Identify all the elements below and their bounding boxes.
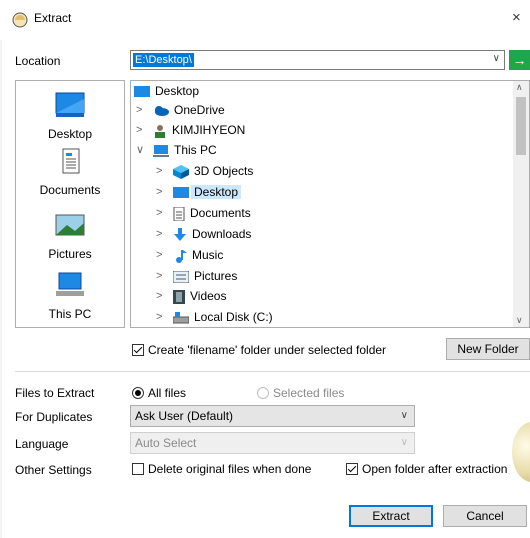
expand-arrow-icon[interactable]: >	[156, 182, 162, 202]
tree-item-pictures[interactable]: > Pictures	[156, 266, 237, 286]
expand-arrow-icon[interactable]: >	[156, 161, 162, 181]
3d-objects-icon	[173, 164, 189, 179]
language-value: Auto Select	[135, 436, 197, 450]
location-label: Location	[15, 54, 61, 68]
go-arrow-button[interactable]: →	[509, 50, 530, 70]
place-label: This PC	[48, 307, 92, 321]
delete-original-label: Delete original files when done	[148, 462, 312, 476]
scroll-up-icon[interactable]: ∧	[516, 82, 523, 93]
other-settings-label: Other Settings	[15, 463, 92, 477]
cancel-button[interactable]: Cancel	[443, 505, 527, 527]
tree-item-desktop[interactable]: > Desktop	[156, 182, 242, 202]
music-icon	[176, 249, 187, 263]
place-label: Documents	[39, 183, 101, 197]
duplicates-value: Ask User (Default)	[135, 409, 234, 423]
scrollbar-thumb[interactable]	[516, 97, 526, 155]
documents-icon	[173, 206, 185, 221]
place-label: Desktop	[47, 127, 93, 141]
tree-item-user[interactable]: > KIMJIHYEON	[136, 120, 245, 140]
decorative-logo	[512, 422, 530, 482]
expand-arrow-icon[interactable]: >	[136, 120, 142, 140]
open-folder-option[interactable]: Open folder after extraction	[346, 462, 507, 476]
location-value[interactable]: E:\Desktop\	[133, 53, 194, 67]
delete-original-checkbox[interactable]	[132, 463, 144, 475]
files-to-extract-label: Files to Extract	[15, 386, 95, 400]
tree-item-3d-objects[interactable]: > 3D Objects	[156, 161, 253, 181]
open-folder-checkbox[interactable]	[346, 463, 358, 475]
chevron-down-icon: ∨	[400, 410, 408, 421]
app-icon	[12, 12, 28, 28]
place-this-pc[interactable]: This PC	[16, 271, 124, 321]
selected-files-label: Selected files	[273, 386, 345, 400]
create-folder-checkbox[interactable]	[132, 344, 144, 356]
tree-item-documents[interactable]: > Documents	[156, 203, 251, 223]
for-duplicates-label: For Duplicates	[15, 410, 93, 424]
chevron-down-icon[interactable]: ∨	[493, 53, 500, 64]
selected-files-option: Selected files	[257, 386, 344, 400]
tree-item-downloads[interactable]: > Downloads	[156, 224, 251, 244]
extract-button[interactable]: Extract	[349, 505, 433, 527]
language-label: Language	[15, 437, 69, 451]
places-panel: Desktop Documents Pictures This PC	[15, 80, 125, 328]
selected-files-radio	[257, 387, 269, 399]
pictures-icon	[55, 214, 85, 236]
divider	[15, 371, 530, 372]
green-arrow-icon: →	[512, 52, 527, 68]
tree-item-videos[interactable]: > Videos	[156, 286, 226, 306]
expand-arrow-icon[interactable]: >	[156, 245, 162, 265]
language-select: Auto Select ∨	[130, 432, 415, 454]
tree-item-local-disk[interactable]: > Local Disk (C:)	[156, 307, 273, 327]
user-icon	[155, 124, 165, 138]
tree-item-desktop-root[interactable]: Desktop	[134, 81, 199, 101]
title-bar[interactable]: Extract ×	[0, 0, 530, 40]
duplicates-select[interactable]: Ask User (Default) ∨	[130, 405, 415, 427]
local-disk-icon	[173, 311, 189, 324]
place-pictures[interactable]: Pictures	[16, 211, 124, 261]
close-icon[interactable]: ×	[512, 9, 521, 26]
place-documents[interactable]: Documents	[16, 147, 124, 197]
this-pc-icon	[56, 272, 84, 296]
expand-arrow-icon[interactable]: >	[156, 307, 162, 327]
expand-arrow-icon[interactable]: >	[156, 286, 162, 306]
new-folder-button[interactable]: New Folder	[446, 338, 530, 360]
window-left-edge	[0, 0, 2, 538]
pictures-icon	[173, 270, 189, 283]
tree-item-music[interactable]: > Music	[156, 245, 223, 265]
create-folder-option[interactable]: Create 'filename' folder under selected …	[132, 343, 386, 357]
chevron-down-icon: ∨	[400, 437, 408, 448]
tree-item-this-pc[interactable]: ∨ This PC	[136, 140, 217, 160]
all-files-label: All files	[148, 386, 187, 400]
tree-item-onedrive[interactable]: > OneDrive	[136, 100, 225, 120]
expand-arrow-icon[interactable]: >	[156, 203, 162, 223]
expand-arrow-icon[interactable]: >	[156, 224, 162, 244]
place-desktop[interactable]: Desktop	[16, 91, 124, 141]
place-label: Pictures	[48, 247, 92, 261]
desktop-icon	[134, 85, 150, 97]
desktop-icon	[173, 186, 189, 198]
expand-arrow-icon[interactable]: >	[156, 266, 162, 286]
scroll-down-icon[interactable]: ∨	[516, 315, 523, 326]
desktop-icon	[55, 92, 85, 117]
folder-tree[interactable]: Desktop > OneDrive > KIMJIHYEON ∨ This P…	[130, 80, 530, 328]
onedrive-icon	[155, 105, 169, 116]
videos-icon	[173, 289, 185, 304]
documents-icon	[62, 148, 80, 174]
location-combobox[interactable]: E:\Desktop\ ∨	[130, 50, 505, 70]
all-files-radio[interactable]	[132, 387, 144, 399]
downloads-icon	[174, 227, 186, 241]
collapse-arrow-icon[interactable]: ∨	[136, 140, 144, 160]
expand-arrow-icon[interactable]: >	[136, 100, 142, 120]
delete-original-option[interactable]: Delete original files when done	[132, 462, 311, 476]
open-folder-label: Open folder after extraction	[362, 462, 508, 476]
create-folder-label: Create 'filename' folder under selected …	[148, 343, 387, 357]
tree-scrollbar[interactable]: ∧ ∨	[513, 81, 529, 327]
this-pc-icon	[153, 144, 169, 157]
all-files-option[interactable]: All files	[132, 386, 186, 400]
window-title: Extract	[34, 11, 72, 25]
